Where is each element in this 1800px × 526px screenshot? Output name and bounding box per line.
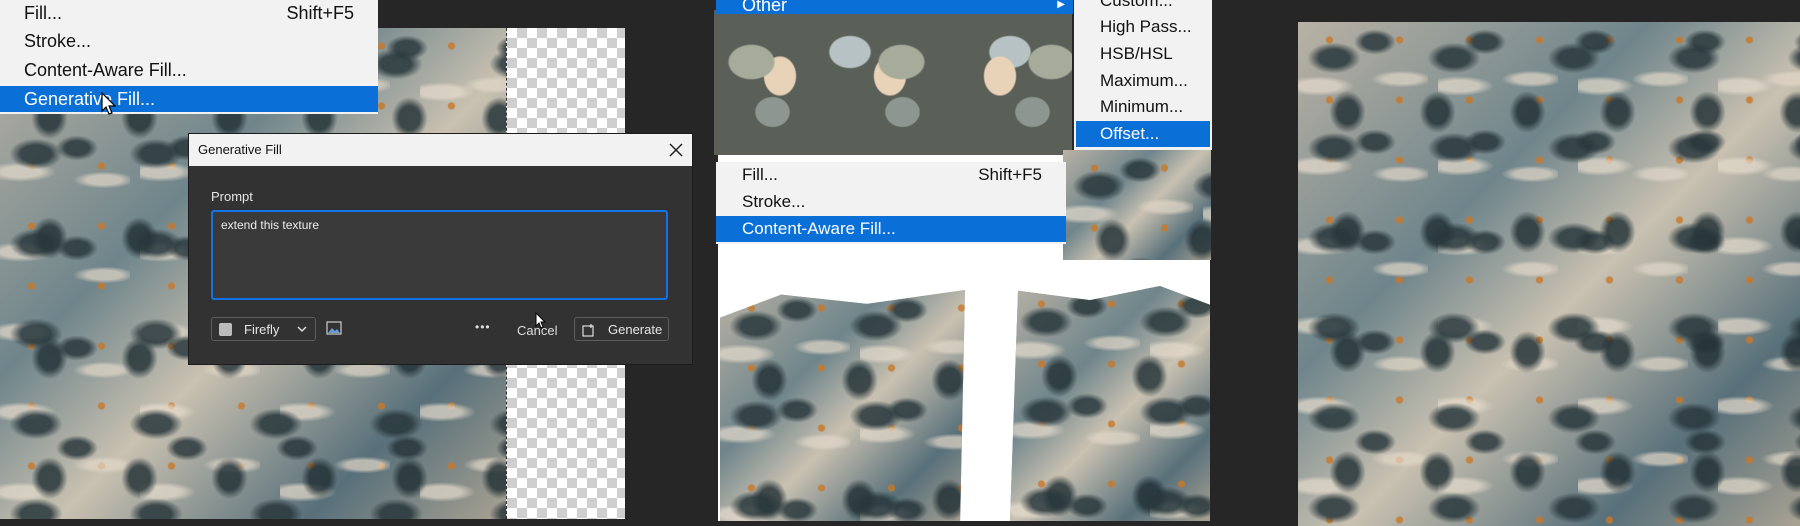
- prompt-textarea[interactable]: extend this texture: [211, 210, 668, 300]
- menu-item-label: Content-Aware Fill...: [742, 219, 896, 238]
- other-submenu: Custom... High Pass... HSB/HSL Maximum..…: [1074, 0, 1212, 150]
- generate-label: Generate: [608, 322, 663, 337]
- submenu-item-maximum[interactable]: Maximum...: [1074, 68, 1212, 94]
- menu-item-label: Offset...: [1100, 124, 1160, 143]
- submenu-arrow-icon: ▶: [1057, 0, 1065, 10]
- dialog-title-bar: Generative Fill: [189, 134, 692, 166]
- submenu-item-minimum[interactable]: Minimum...: [1074, 94, 1212, 120]
- more-options-button[interactable]: •••: [475, 320, 491, 334]
- menu-item-content-aware-fill[interactable]: Content-Aware Fill...: [716, 216, 1066, 242]
- menu-item-label: Minimum...: [1100, 97, 1184, 116]
- model-dropdown[interactable]: Firefly: [211, 317, 316, 341]
- firefly-icon: [219, 323, 232, 336]
- menu-item-generative-fill[interactable]: Generative Fill...: [0, 86, 378, 112]
- submenu-item-hsb-hsl[interactable]: HSB/HSL: [1074, 41, 1212, 67]
- menu-item-label: High Pass...: [1100, 17, 1192, 36]
- texture-piece-right: [1010, 286, 1210, 521]
- texture-piece-left: [720, 290, 965, 521]
- edit-menu-left: Fill... Shift+F5 Stroke... Content-Aware…: [0, 0, 378, 114]
- edit-menu-middle: Fill... Shift+F5 Stroke... Content-Aware…: [716, 162, 1066, 244]
- menu-item-label: Fill...: [24, 3, 62, 23]
- menu-item-label: Maximum...: [1100, 71, 1188, 90]
- generative-fill-dialog: Generative Fill Prompt extend this textu…: [188, 133, 693, 365]
- generate-icon: [582, 324, 594, 337]
- menu-item-fill[interactable]: Fill... Shift+F5: [0, 0, 378, 26]
- pebbles-image: [714, 10, 1072, 155]
- submenu-item-custom[interactable]: Custom...: [1074, 0, 1212, 14]
- reference-image-icon[interactable]: [326, 321, 342, 335]
- close-icon[interactable]: [669, 143, 683, 157]
- texture-top-right: [1063, 150, 1211, 260]
- final-texture-image: [1298, 22, 1800, 526]
- model-label: Firefly: [244, 322, 280, 337]
- menu-item-content-aware-fill[interactable]: Content-Aware Fill...: [0, 57, 378, 83]
- menu-item-label: Other: [742, 0, 788, 14]
- menu-item-label: HSB/HSL: [1100, 44, 1173, 63]
- menu-item-label: Fill...: [742, 165, 778, 184]
- submenu-item-offset[interactable]: Offset...: [1076, 121, 1210, 147]
- chevron-down-icon: [297, 326, 307, 333]
- menu-item-stroke[interactable]: Stroke...: [716, 189, 1066, 215]
- dialog-title: Generative Fill: [198, 142, 282, 157]
- generate-button[interactable]: Generate: [574, 317, 669, 341]
- menu-item-shortcut: Shift+F5: [286, 3, 354, 23]
- menu-item-stroke[interactable]: Stroke...: [0, 28, 378, 54]
- mouse-cursor-icon: [101, 92, 117, 115]
- menu-item-other[interactable]: Other ▶: [716, 0, 1073, 14]
- submenu-item-high-pass[interactable]: High Pass...: [1074, 14, 1212, 40]
- menu-item-label: Stroke...: [742, 192, 806, 211]
- menu-item-label: Stroke...: [24, 31, 92, 51]
- mouse-cursor-icon: [535, 312, 547, 329]
- menu-item-label: Content-Aware Fill...: [24, 60, 187, 80]
- menu-item-label: Custom...: [1100, 0, 1173, 10]
- menu-item-label: Generative Fill...: [24, 89, 156, 109]
- prompt-text: extend this texture: [221, 218, 320, 232]
- menu-item-shortcut: Shift+F5: [978, 165, 1042, 184]
- prompt-label: Prompt: [211, 189, 253, 204]
- menu-item-fill[interactable]: Fill... Shift+F5: [716, 162, 1066, 188]
